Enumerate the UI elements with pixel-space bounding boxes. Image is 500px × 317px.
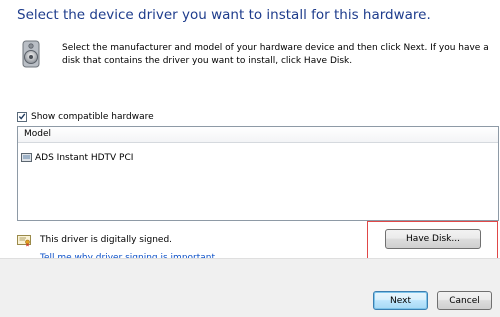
model-listbox[interactable]: Model ADS Instant HDTV PCI — [17, 126, 499, 221]
cancel-button[interactable]: Cancel — [437, 291, 492, 310]
signing-status: This driver is digitally signed. — [40, 235, 173, 245]
show-compatible-checkbox[interactable] — [17, 111, 27, 122]
list-item-label: ADS Instant HDTV PCI — [35, 152, 134, 163]
checkmark-icon — [18, 113, 26, 120]
instructions-text: Select the manufacturer and model of you… — [62, 43, 489, 66]
have-disk-button[interactable]: Have Disk... — [385, 229, 481, 249]
device-icon — [21, 153, 32, 162]
page-title: Select the device driver you want to ins… — [17, 7, 431, 23]
list-item[interactable]: ADS Instant HDTV PCI — [21, 151, 133, 164]
certificate-icon — [17, 235, 31, 247]
show-compatible-label: Show compatible hardware — [31, 111, 154, 122]
next-button[interactable]: Next — [373, 291, 428, 310]
show-compatible-hardware[interactable]: Show compatible hardware — [17, 110, 154, 123]
model-column-header[interactable]: Model — [18, 127, 498, 143]
speaker-icon — [22, 40, 40, 68]
